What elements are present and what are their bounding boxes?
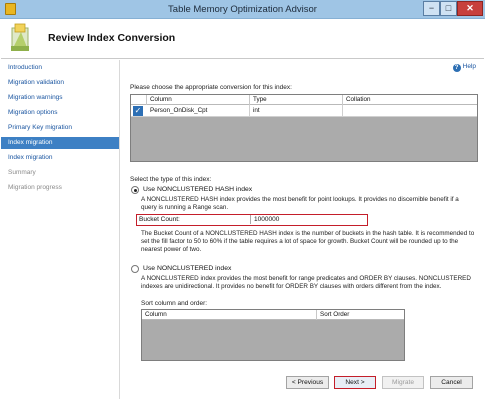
sort-column-prompt: Sort column and order: bbox=[141, 300, 208, 307]
wizard-sidebar: Introduction Migration validation Migrat… bbox=[1, 60, 119, 399]
sort-header-column: Column bbox=[142, 310, 317, 320]
grid-header-type: Type bbox=[250, 95, 343, 105]
help-link[interactable]: ? Help bbox=[452, 63, 476, 72]
sidebar-item-migration-warnings[interactable]: Migration warnings bbox=[1, 92, 119, 104]
bucket-count-field[interactable]: Bucket Count: bbox=[136, 214, 368, 226]
wizard-header: Review Index Conversion bbox=[1, 19, 484, 59]
close-button[interactable]: ✕ bbox=[457, 1, 483, 16]
sort-grid-header: Column Sort Order bbox=[142, 310, 404, 320]
sidebar-item-introduction[interactable]: Introduction bbox=[1, 62, 119, 74]
previous-button[interactable]: < Previous bbox=[286, 376, 329, 389]
hash-index-description: A NONCLUSTERED HASH index provides the m… bbox=[141, 196, 459, 211]
sidebar-item-index-migration[interactable]: Index migration bbox=[1, 152, 119, 164]
table-row[interactable]: ✓ Person_OnDisk_Cpt int bbox=[131, 105, 477, 117]
index-columns-grid[interactable]: Column Type Collation ✓ Person_OnDisk_Cp… bbox=[130, 94, 478, 162]
sidebar-item-index-migration-active[interactable]: Index migration bbox=[1, 137, 119, 149]
bucket-count-description: The Bucket Count of a NONCLUSTERED HASH … bbox=[141, 230, 475, 253]
grid-header-column: Column bbox=[147, 95, 250, 105]
choose-conversion-prompt: Please choose the appropriate conversion… bbox=[130, 84, 292, 91]
row-column-name: Person_OnDisk_Cpt bbox=[147, 105, 250, 117]
grid-header: Column Type Collation bbox=[131, 95, 477, 105]
help-label: Help bbox=[462, 63, 476, 70]
select-type-prompt: Select the type of this index: bbox=[130, 176, 212, 183]
sidebar-item-migration-options[interactable]: Migration options bbox=[1, 107, 119, 119]
sidebar-item-migration-progress: Migration progress bbox=[8, 184, 62, 191]
hash-index-label[interactable]: Use NONCLUSTERED HASH index bbox=[143, 186, 252, 193]
row-type: int bbox=[250, 105, 343, 117]
nonclustered-index-description: A NONCLUSTERED index provides the most b… bbox=[141, 275, 471, 290]
maximize-button[interactable]: □ bbox=[440, 1, 457, 16]
minimize-button[interactable]: − bbox=[423, 1, 440, 16]
wizard-logo-icon bbox=[11, 23, 29, 51]
cancel-button[interactable]: Cancel bbox=[430, 376, 473, 389]
help-icon: ? bbox=[452, 64, 461, 72]
grid-header-check bbox=[131, 95, 147, 105]
sort-columns-grid[interactable]: Column Sort Order bbox=[141, 309, 405, 361]
row-collation bbox=[343, 105, 477, 117]
nonclustered-index-radio[interactable] bbox=[131, 265, 139, 273]
grid-header-collation: Collation bbox=[346, 96, 371, 103]
bucket-count-label: Bucket Count: bbox=[139, 215, 251, 224]
row-checkbox[interactable]: ✓ bbox=[133, 106, 143, 116]
sidebar-item-summary: Summary bbox=[8, 169, 36, 176]
migrate-button: Migrate bbox=[382, 376, 424, 389]
page-title: Review Index Conversion bbox=[48, 32, 176, 44]
hash-index-radio[interactable] bbox=[131, 186, 139, 194]
sort-header-order: Sort Order bbox=[320, 311, 350, 318]
main-panel: ? Help Please choose the appropriate conv… bbox=[119, 60, 484, 399]
window-title: Table Memory Optimization Advisor bbox=[168, 4, 317, 15]
next-button[interactable]: Next > bbox=[334, 376, 376, 389]
sidebar-item-migration-validation[interactable]: Migration validation bbox=[1, 77, 119, 89]
title-bar[interactable]: Table Memory Optimization Advisor − □ ✕ bbox=[0, 0, 485, 19]
nonclustered-index-label[interactable]: Use NONCLUSTERED index bbox=[143, 265, 231, 272]
bucket-count-input[interactable] bbox=[252, 215, 365, 224]
sidebar-item-primary-key-migration[interactable]: Primary Key migration bbox=[1, 122, 119, 134]
